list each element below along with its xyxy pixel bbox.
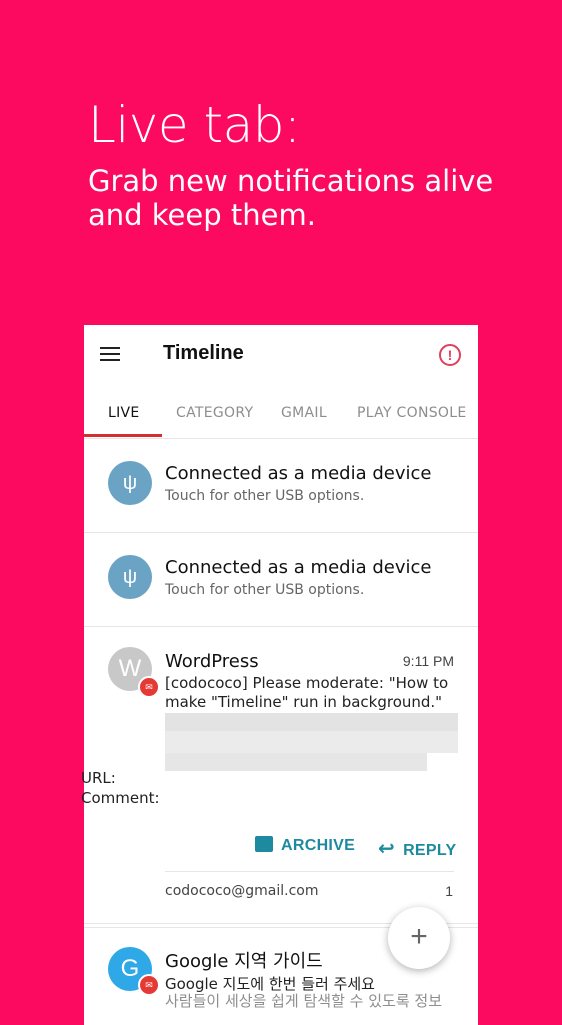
reply-label: REPLY: [403, 842, 457, 859]
redacted-block: [165, 713, 458, 731]
usb-icon: ψ: [108, 461, 152, 505]
tab-indicator: [84, 434, 162, 437]
mail-preview-line: 사람들이 세상을 쉽게 탐색할 수 있도록 정보: [165, 992, 443, 1010]
tab-play-console[interactable]: PLAY CONSOLE: [357, 405, 466, 421]
notification-title: Connected as a media device: [165, 463, 432, 484]
menu-icon[interactable]: [100, 347, 120, 361]
reply-icon: ↩: [378, 838, 396, 860]
list-item[interactable]: ψ Connected as a media device Touch for …: [84, 533, 478, 627]
notification-title: Connected as a media device: [165, 557, 432, 578]
gmail-badge-icon: ✉: [138, 974, 160, 996]
mail-account: codococo@gmail.com: [165, 883, 319, 899]
mail-count: 1: [445, 883, 453, 899]
promo-title: Live tab:: [88, 96, 301, 154]
tab-bar: LIVE CATEGORY GMAIL PLAY CONSOLE: [84, 385, 478, 439]
usb-icon: ψ: [108, 555, 152, 599]
mail-time: 9:11 PM: [402, 653, 454, 669]
notification-subtitle: Touch for other USB options.: [165, 488, 365, 504]
mail-sender: Google 지역 가이드: [165, 951, 323, 972]
comment-label: Comment:: [81, 789, 160, 807]
notification-subtitle: Touch for other USB options.: [165, 582, 365, 598]
archive-label: ARCHIVE: [281, 837, 356, 854]
promo-subtitle: Grab new notifications alive and keep th…: [88, 164, 494, 232]
tab-category[interactable]: CATEGORY: [176, 405, 253, 421]
tab-gmail[interactable]: GMAIL: [281, 405, 327, 421]
toolbar: Timeline !: [84, 325, 478, 385]
gmail-badge-icon: ✉: [138, 676, 160, 698]
alert-icon[interactable]: !: [439, 344, 461, 366]
tab-live[interactable]: LIVE: [108, 405, 140, 421]
list-item[interactable]: ψ Connected as a media device Touch for …: [84, 439, 478, 533]
archive-button[interactable]: ARCHIVE: [255, 836, 355, 855]
reply-button[interactable]: ↩ REPLY: [378, 836, 456, 861]
mail-sender: WordPress: [165, 651, 259, 672]
url-label: URL:: [81, 769, 116, 787]
archive-icon: [255, 836, 273, 852]
app-title: Timeline: [163, 342, 244, 364]
divider: [165, 871, 454, 872]
redacted-block: [165, 731, 458, 753]
mail-body: [codococo] Please moderate: "How to make…: [165, 674, 449, 711]
redacted-block: [165, 753, 427, 771]
add-button[interactable]: +: [388, 907, 450, 969]
